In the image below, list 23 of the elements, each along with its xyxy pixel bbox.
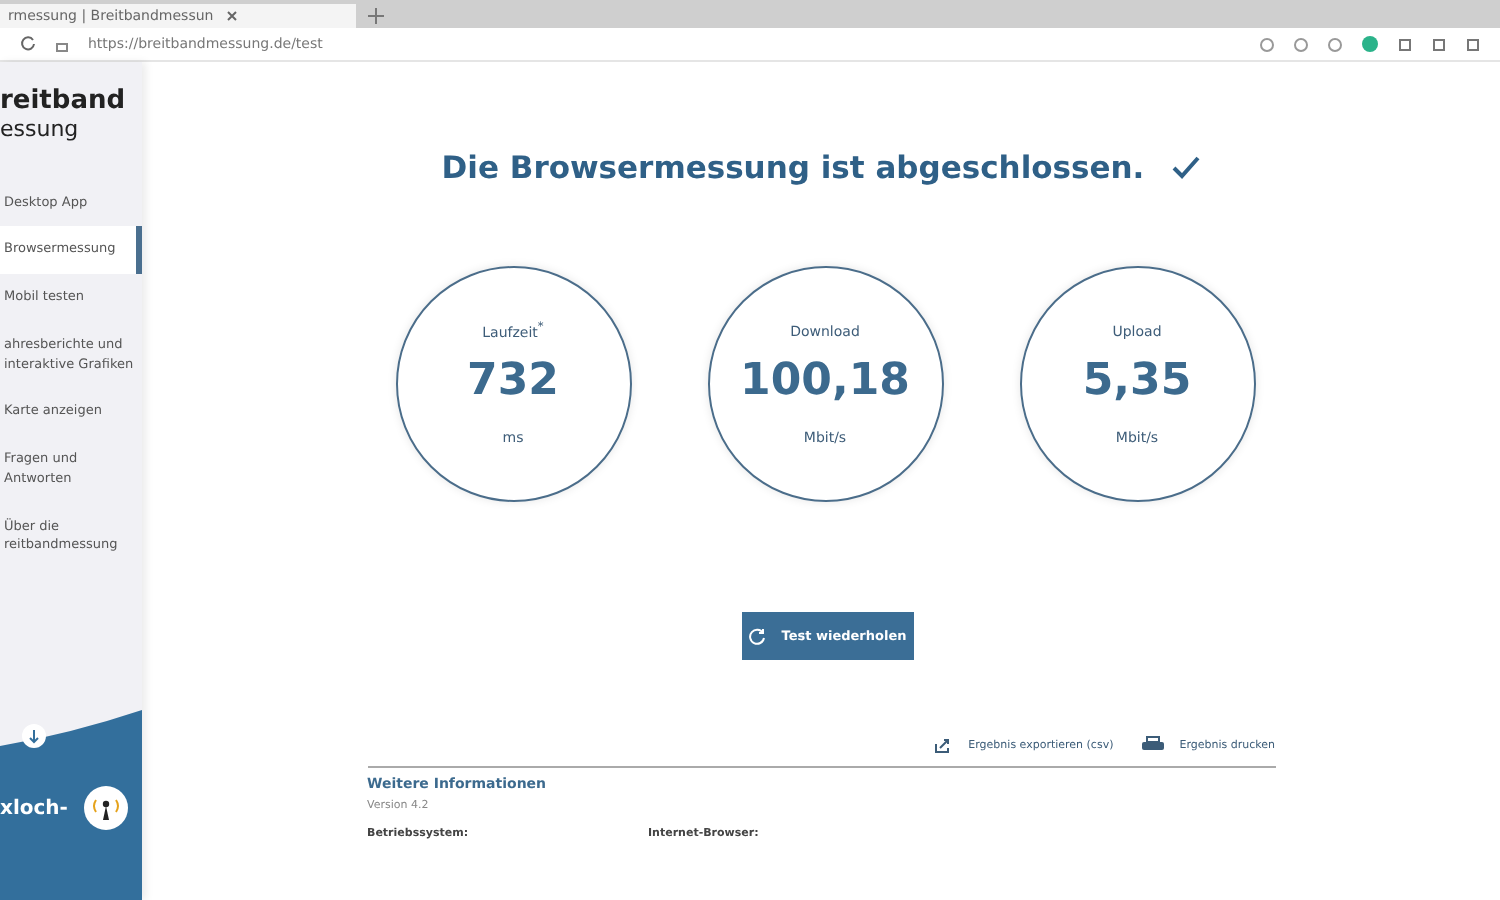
reload-icon [747, 627, 766, 645]
toolbar-icon[interactable] [1294, 37, 1308, 51]
result-value: 5,35 [1082, 355, 1192, 405]
printer-icon [1141, 736, 1164, 754]
check-icon [1172, 156, 1201, 180]
export-icon [934, 737, 953, 753]
toolbar-icon[interactable] [1398, 37, 1412, 51]
result-value: 732 [467, 356, 559, 407]
reload-icon[interactable] [20, 36, 36, 52]
page-heading: Die Browsermessung ist abgeschlossen. [441, 150, 1201, 186]
plus-icon[interactable] [368, 8, 384, 24]
arrow-down-icon[interactable] [22, 724, 46, 748]
toolbar-icon[interactable] [1466, 37, 1480, 51]
toolbar-icon[interactable] [1260, 37, 1274, 51]
toolbar-icon[interactable] [1432, 37, 1446, 51]
antenna-icon[interactable] [84, 786, 128, 830]
logo-text: reitband [0, 86, 128, 118]
logo-text: essung [0, 117, 81, 140]
result-value: 100,18 [740, 355, 910, 405]
close-icon[interactable] [225, 10, 238, 22]
toolbar-icon[interactable] [1328, 37, 1342, 51]
promo-text: xloch- [0, 798, 68, 820]
profile-icon[interactable] [1362, 36, 1378, 52]
